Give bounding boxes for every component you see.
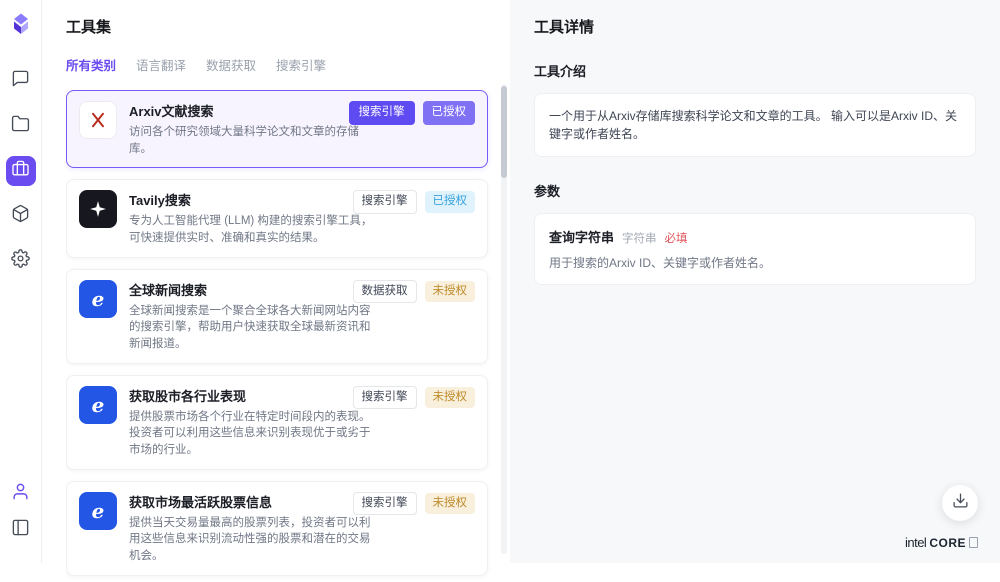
tool-badges: 搜索引擎 未授权 [353,492,476,516]
category-badge: 搜索引擎 [353,492,417,516]
tool-info: Tavily搜索 专为人工智能代理 (LLM) 构建的搜索引擎工具，可快速提供实… [129,190,381,246]
category-badge: 搜索引擎 [349,101,415,125]
tool-description: 全球新闻搜索是一个聚合全球各大新闻网站内容的搜索引擎，帮助用户快速获取全球最新资… [129,303,381,353]
tool-info: 全球新闻搜索 全球新闻搜索是一个聚合全球各大新闻网站内容的搜索引擎，帮助用户快速… [129,280,381,353]
tab-language-translation[interactable]: 语言翻译 [136,55,186,74]
download-button[interactable] [942,485,978,521]
tool-description: 访问各个研究领域大量科学论文和文章的存储库。 [129,124,381,157]
download-icon [952,492,969,514]
tool-card-list: Arxiv文献搜索 访问各个研究领域大量科学论文和文章的存储库。 搜索引擎 已授… [66,90,496,582]
tab-data-fetch[interactable]: 数据获取 [206,55,256,74]
tool-description: 提供股票市场各个行业在特定时间段内的表现。投资者可以利用这些信息来识别表现优于或… [129,409,381,459]
tool-badges: 搜索引擎 已授权 [349,101,476,125]
tool-badges: 搜索引擎 未授权 [353,386,476,410]
tool-card[interactable]: Arxiv文献搜索 访问各个研究领域大量科学论文和文章的存储库。 搜索引擎 已授… [66,90,488,168]
tool-card[interactable]: e 全球新闻搜索 全球新闻搜索是一个聚合全球各大新闻网站内容的搜索引擎，帮助用户… [66,269,488,364]
tool-name: Arxiv文献搜索 [129,101,381,120]
param-description: 用于搜索的Arxiv ID、关键字或作者姓名。 [549,254,961,271]
icon-rail [0,0,42,563]
intel-wordmark: intel [905,535,926,550]
category-tabs: 所有类别 语言翻译 数据获取 搜索引擎 [66,55,496,74]
sidebar-item-chat[interactable] [6,66,36,96]
auth-status-badge: 未授权 [425,387,476,409]
param-required-badge: 必填 [665,230,688,246]
sidebar-item-settings[interactable] [6,246,36,276]
intro-section-title: 工具介绍 [534,61,976,80]
scrollbar-thumb[interactable] [501,86,507,178]
briefcase-icon [11,159,30,183]
user-icon [11,482,30,506]
category-badge: 搜索引擎 [353,386,417,410]
category-badge: 搜索引擎 [353,190,417,214]
sidebar-item-user[interactable] [6,479,36,509]
param-header: 查询字符串 字符串 必填 [549,227,961,246]
tool-name: 获取股市各行业表现 [129,386,381,405]
app-window: 工具集 所有类别 语言翻译 数据获取 搜索引擎 Arxiv文献搜索 访问各个研究… [0,0,1000,563]
category-badge: 数据获取 [353,280,417,304]
tool-name: 全球新闻搜索 [129,280,381,299]
layout-icon [11,518,30,542]
efinance-icon: e [79,386,117,424]
sidebar-item-plugins[interactable] [6,201,36,231]
param-name: 查询字符串 [549,227,614,246]
tab-all-categories[interactable]: 所有类别 [66,55,116,74]
tavily-icon [79,190,117,228]
auth-status-badge: 已授权 [425,191,476,213]
tool-description: 专为人工智能代理 (LLM) 构建的搜索引擎工具，可快速提供实时、准确和真实的结… [129,213,381,246]
sidebar-item-files[interactable] [6,111,36,141]
arxiv-icon [79,101,117,139]
tool-description: 提供当天交易量最高的股票列表，投资者可以利用这些信息来识别流动性强的股票和潜在的… [129,515,381,565]
core-badge-box [969,537,978,548]
scrollbar[interactable] [501,84,507,554]
gear-icon [11,249,30,273]
tab-search-engine[interactable]: 搜索引擎 [276,55,326,74]
auth-status-badge: 未授权 [425,281,476,303]
tool-card[interactable]: e 获取股市各行业表现 提供股票市场各个行业在特定时间段内的表现。投资者可以利用… [66,375,488,470]
tool-badges: 数据获取 未授权 [353,280,476,304]
intro-text: 一个用于从Arxiv存储库搜索科学论文和文章的工具。 输入可以是Arxiv ID… [549,107,961,143]
folder-icon [11,114,30,138]
params-section-title: 参数 [534,181,976,200]
app-logo-icon [9,12,33,36]
auth-status-badge: 未授权 [425,493,476,515]
tool-badges: 搜索引擎 已授权 [353,190,476,214]
tool-list-panel: 工具集 所有类别 语言翻译 数据获取 搜索引擎 Arxiv文献搜索 访问各个研究… [42,0,510,563]
intro-card: 一个用于从Arxiv存储库搜索科学论文和文章的工具。 输入可以是Arxiv ID… [534,93,976,157]
tool-info: Arxiv文献搜索 访问各个研究领域大量科学论文和文章的存储库。 [129,101,381,157]
sidebar-item-collapse[interactable] [6,515,36,545]
param-type: 字符串 [622,230,657,246]
param-card: 查询字符串 字符串 必填 用于搜索的Arxiv ID、关键字或作者姓名。 [534,213,976,285]
auth-status-badge: 已授权 [423,101,476,125]
sidebar-item-tools[interactable] [6,156,36,186]
efinance-icon: e [79,492,117,530]
tool-list-title: 工具集 [66,16,496,37]
chat-icon [11,69,30,93]
tool-card[interactable]: Tavily搜索 专为人工智能代理 (LLM) 构建的搜索引擎工具，可快速提供实… [66,179,488,257]
core-wordmark: CORE [929,536,966,550]
box-icon [11,204,30,228]
tool-name: Tavily搜索 [129,190,381,209]
intel-core-logo: intel CORE [905,535,978,550]
efinance-icon: e [79,280,117,318]
tool-name: 获取市场最活跃股票信息 [129,492,381,511]
tool-detail-panel: 工具详情 工具介绍 一个用于从Arxiv存储库搜索科学论文和文章的工具。 输入可… [510,0,1000,563]
detail-title: 工具详情 [534,16,976,37]
tool-info: 获取市场最活跃股票信息 提供当天交易量最高的股票列表，投资者可以利用这些信息来识… [129,492,381,565]
tool-info: 获取股市各行业表现 提供股票市场各个行业在特定时间段内的表现。投资者可以利用这些… [129,386,381,459]
tool-card[interactable]: e 获取市场最活跃股票信息 提供当天交易量最高的股票列表，投资者可以利用这些信息… [66,481,488,576]
